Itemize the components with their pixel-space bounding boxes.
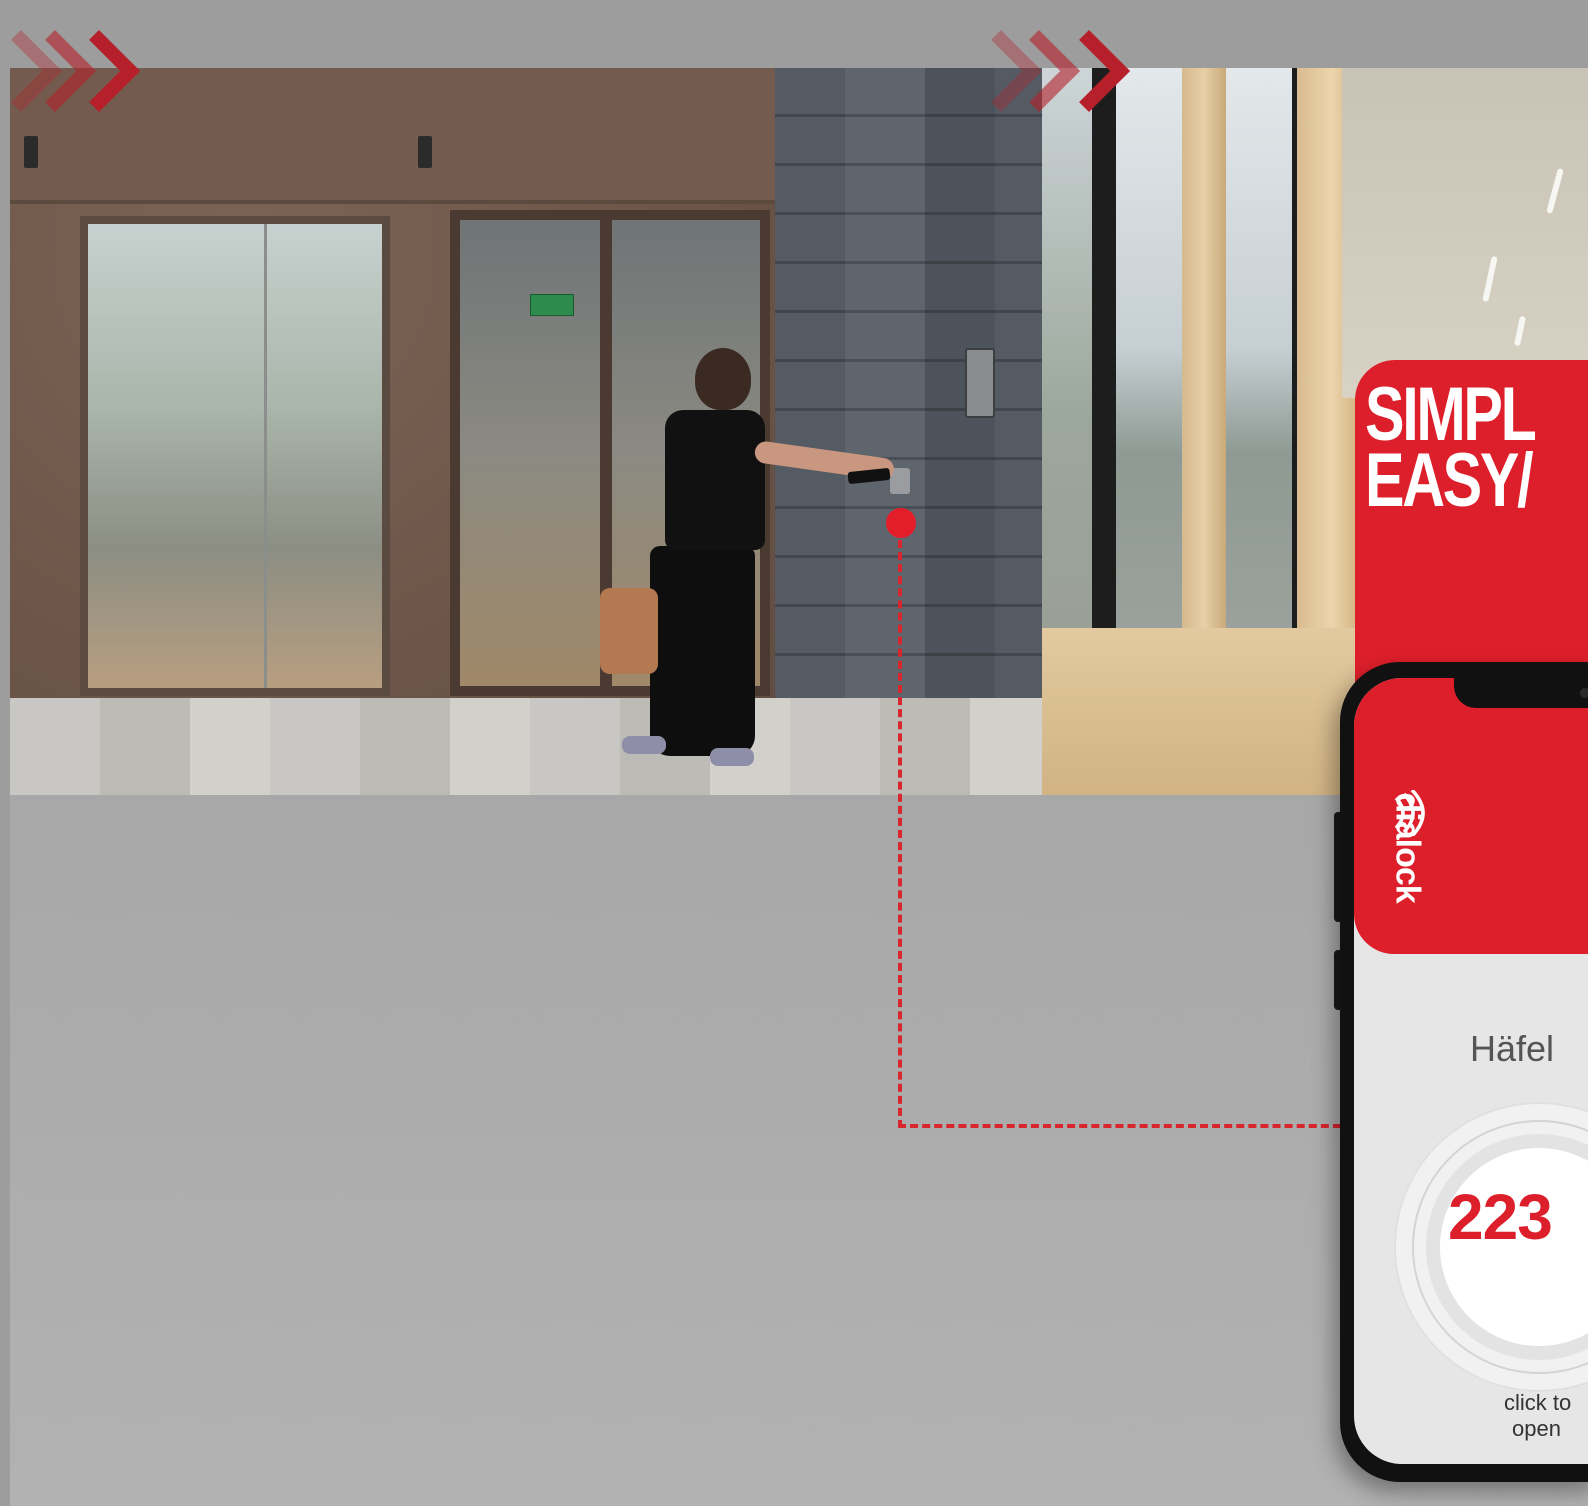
- wall-lamp: [24, 136, 38, 168]
- front-camera: [1580, 688, 1588, 698]
- promo-headline: SIMPL EASY/: [1365, 377, 1537, 519]
- entrance-photo: [10, 68, 1042, 795]
- phone-notch: [1454, 678, 1588, 708]
- open-hint-line-2: open: [1512, 1416, 1561, 1441]
- app-screen: dialock Häfel 223 click to open: [1354, 678, 1588, 1464]
- app-header: dialock: [1354, 678, 1588, 954]
- person-head: [695, 348, 751, 410]
- pavement: [10, 698, 1042, 795]
- sliding-glass-door: [80, 216, 390, 696]
- dashed-connector-vertical: [898, 540, 902, 1128]
- building-cornice: [10, 68, 790, 204]
- handbag: [600, 588, 658, 674]
- stone-cladding-wall: [775, 68, 1042, 795]
- smartphone-mockup: dialock Häfel 223 click to open: [1340, 662, 1588, 1482]
- room-number[interactable]: 223: [1448, 1180, 1553, 1254]
- brand-label: Häfel: [1470, 1028, 1555, 1069]
- exit-sign: [530, 294, 574, 316]
- person-shoe: [622, 736, 666, 754]
- left-border-strip: [0, 0, 10, 1506]
- person-torso: [665, 410, 765, 550]
- person-shoe: [710, 748, 754, 766]
- wall-lamp: [418, 136, 432, 168]
- dialock-logo: dialock: [1384, 790, 1430, 924]
- intercom-panel: [965, 348, 995, 418]
- top-border-strip: [0, 0, 1588, 68]
- corridor-ceiling: [1342, 68, 1588, 398]
- dashed-connector-horizontal: [898, 1124, 1353, 1128]
- person-legs: [650, 546, 755, 756]
- logo-text: dialock: [1388, 792, 1427, 903]
- open-hint-line-1: click to: [1504, 1390, 1572, 1415]
- reader-marker-dot: [886, 508, 916, 538]
- headline-line-2: EASY/: [1365, 438, 1534, 523]
